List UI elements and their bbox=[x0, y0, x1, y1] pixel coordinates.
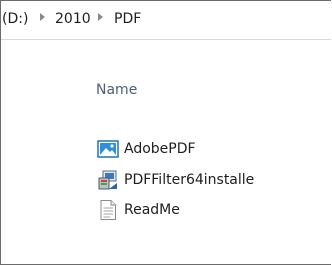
installer-icon bbox=[97, 169, 119, 191]
column-header-name[interactable]: Name bbox=[96, 81, 137, 99]
file-name: AdobePDF bbox=[124, 141, 196, 157]
address-bar[interactable]: (D:) 2010 PDF bbox=[1, 1, 331, 40]
breadcrumb-pdf[interactable]: PDF bbox=[114, 10, 141, 28]
image-file-icon bbox=[97, 138, 119, 160]
text-file-icon bbox=[97, 199, 119, 221]
explorer-window: (D:) 2010 PDF Name AdobePDF PDFFilter64i… bbox=[0, 0, 331, 265]
breadcrumb-2010[interactable]: 2010 bbox=[55, 10, 91, 28]
breadcrumb-drive[interactable]: (D:) bbox=[2, 10, 28, 28]
file-name: ReadMe bbox=[124, 202, 180, 218]
file-name: PDFFilter64installe bbox=[124, 172, 255, 188]
breadcrumb-separator-icon[interactable] bbox=[40, 13, 45, 21]
breadcrumb-separator-icon[interactable] bbox=[98, 13, 103, 21]
